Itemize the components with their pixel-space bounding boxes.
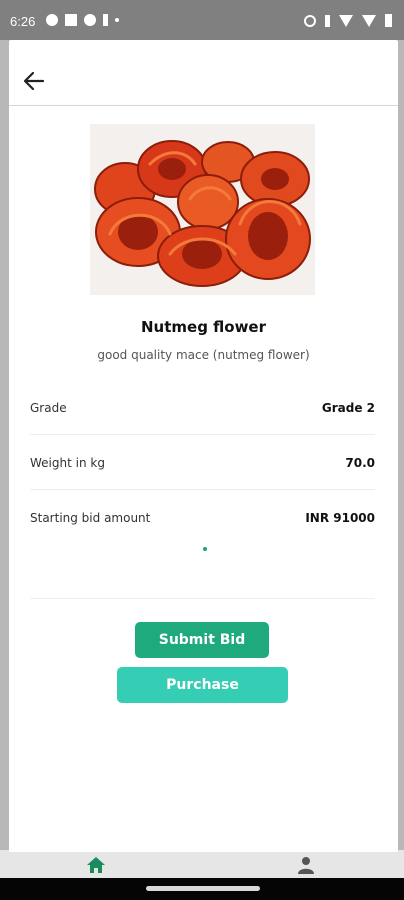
bottom-navigation	[0, 850, 404, 878]
person-icon[interactable]	[296, 856, 316, 874]
back-arrow-icon[interactable]	[21, 68, 47, 94]
status-time: 6:26	[10, 14, 36, 29]
status-bar: 6:26	[0, 0, 404, 40]
battery-icon	[385, 14, 392, 27]
detail-value: 70.0	[345, 456, 375, 470]
detail-label: Weight in kg	[30, 456, 105, 470]
signal-icon	[362, 14, 376, 27]
home-icon[interactable]	[86, 856, 106, 874]
detail-value: INR 91000	[305, 511, 375, 525]
key-notification-icon	[103, 14, 108, 26]
detail-value: Grade 2	[321, 401, 375, 415]
chat-notification-icon	[46, 14, 58, 26]
product-title: Nutmeg flower	[140, 318, 267, 336]
gesture-navigation-bar	[0, 878, 404, 900]
product-description: good quality mace (nutmeg flower)	[97, 348, 310, 362]
purchase-button[interactable]: Purchase	[117, 667, 288, 703]
app-notification-icon	[65, 14, 77, 26]
more-notifications-dot-icon	[115, 18, 119, 22]
check-circle-icon	[84, 14, 96, 26]
submit-bid-button[interactable]: Submit Bid	[135, 622, 269, 658]
detail-label: Starting bid amount	[30, 511, 151, 525]
scroll-indicator-dot	[203, 547, 207, 551]
wifi-icon	[339, 14, 353, 27]
detail-row-starting-bid: Starting bid amount INR 91000	[30, 490, 375, 545]
product-image	[90, 124, 315, 295]
alarm-icon	[304, 14, 316, 27]
product-detail-sheet: Nutmeg flower good quality mace (nutmeg …	[9, 40, 398, 852]
nutmeg-flower-photo	[90, 124, 315, 295]
vibrate-icon	[325, 14, 330, 27]
home-gesture-handle[interactable]	[146, 886, 260, 891]
notification-icons	[46, 14, 119, 26]
system-icons	[304, 14, 392, 27]
detail-row-grade: Grade Grade 2	[30, 380, 375, 435]
scroll-indicator	[30, 540, 375, 551]
divider	[30, 598, 375, 599]
sheet-header	[9, 40, 398, 106]
detail-label: Grade	[30, 401, 67, 415]
detail-row-weight: Weight in kg 70.0	[30, 435, 375, 490]
